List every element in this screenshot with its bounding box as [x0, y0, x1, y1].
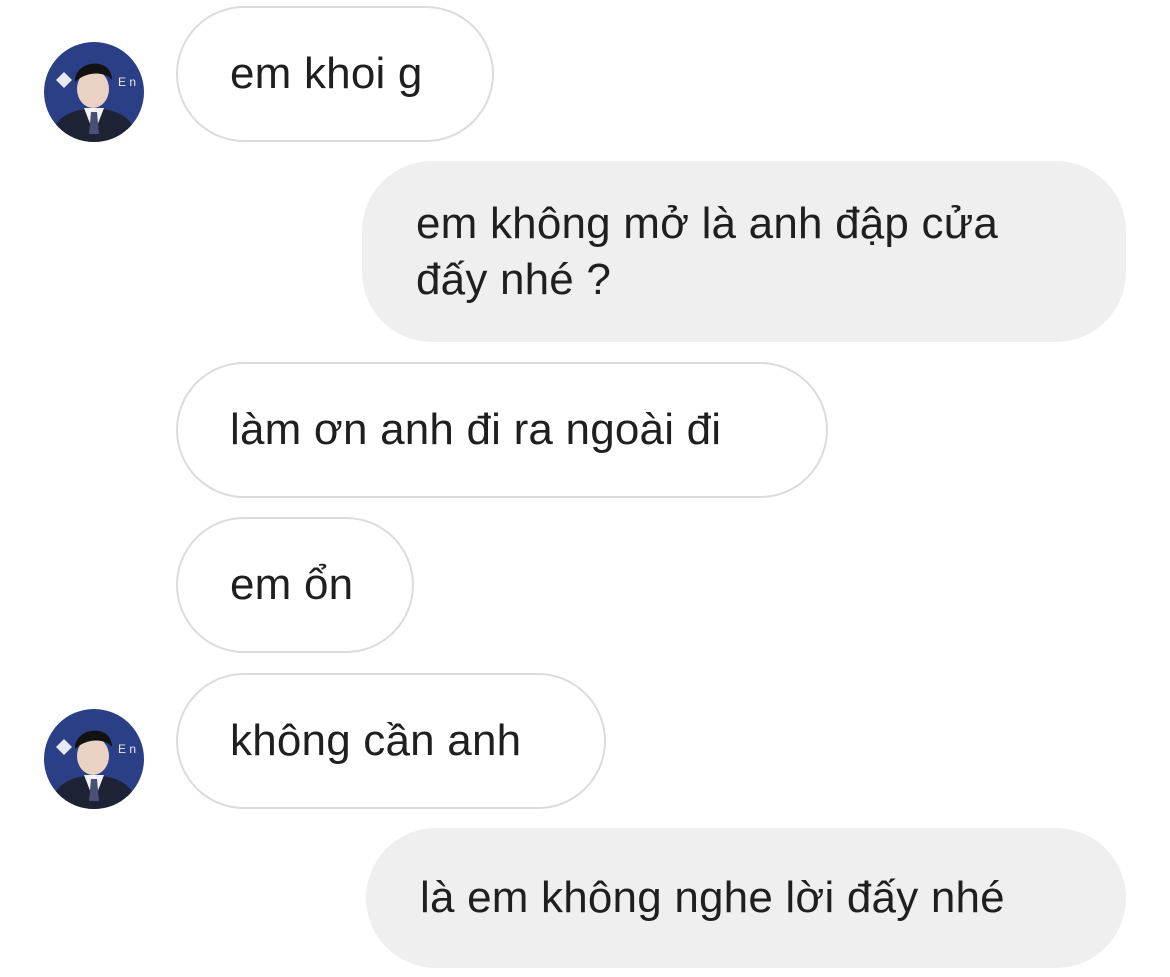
svg-text:E n: E n	[118, 742, 136, 756]
message-bubble[interactable]: em không mở là anh đập cửa đấy nhé ?	[362, 161, 1126, 342]
svg-text:E n: E n	[118, 75, 136, 89]
message-text: em khoi g	[230, 49, 423, 98]
message-bubble[interactable]: là em không nghe lời đấy nhé	[366, 828, 1126, 968]
message-bubble[interactable]: em ổn	[176, 517, 414, 653]
message-text: không cần anh	[230, 716, 522, 765]
sender-avatar[interactable]: E n	[44, 709, 144, 809]
profile-photo-icon: E n	[44, 42, 144, 142]
message-bubble[interactable]: em khoi g	[176, 6, 494, 142]
message-text: em không mở là anh đập cửa đấy nhé ?	[416, 198, 999, 304]
sender-avatar[interactable]: E n	[44, 42, 144, 142]
message-text: làm ơn anh đi ra ngoài đi	[230, 405, 722, 454]
message-text: em ổn	[230, 560, 354, 609]
message-bubble[interactable]: không cần anh	[176, 673, 606, 809]
message-bubble[interactable]: làm ơn anh đi ra ngoài đi	[176, 362, 828, 498]
profile-photo-icon: E n	[44, 709, 144, 809]
message-text: là em không nghe lời đấy nhé	[420, 873, 1005, 922]
